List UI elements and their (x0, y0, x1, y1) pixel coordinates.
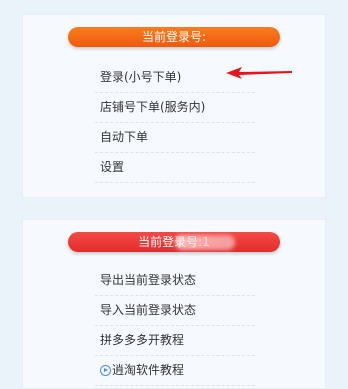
shop-account-order-item[interactable]: 店铺号下单(服务内) (95, 93, 255, 123)
menu-item-label: 导入当前登录状态 (100, 303, 197, 317)
auto-order-item[interactable]: 自动下单 (95, 123, 255, 153)
menu-item-label: 自动下单 (100, 130, 149, 144)
settings-item[interactable]: 设置 (95, 153, 255, 183)
current-login-panel: 当前登录号: 登录(小号下单) 店铺号下单(服务内) 自动下单 设置 (22, 14, 326, 198)
menu-item-label: 登录(小号下单) (100, 70, 182, 84)
current-login-header: 当前登录号:1 (68, 232, 280, 252)
menu-item-label: 店铺号下单(服务内) (100, 100, 206, 114)
play-circle-icon (100, 365, 111, 376)
redacted-account-blur (175, 235, 235, 250)
export-login-state-item[interactable]: 导出当前登录状态 (95, 266, 255, 296)
menu-item-label: 导出当前登录状态 (100, 273, 197, 287)
menu-item-label: 拼多多多开教程 (100, 333, 185, 347)
login-state-panel: 当前登录号:1 导出当前登录状态 导入当前登录状态 拼多多多开教程 逍淘软件教程 (22, 219, 326, 389)
menu-item-label: 设置 (100, 160, 125, 174)
login-menu: 登录(小号下单) 店铺号下单(服务内) 自动下单 设置 (95, 63, 255, 183)
software-tutorial-item[interactable]: 逍淘软件教程 (95, 356, 255, 386)
red-arrow-icon (226, 67, 292, 79)
login-state-menu: 导出当前登录状态 导入当前登录状态 拼多多多开教程 逍淘软件教程 (95, 266, 255, 386)
current-login-header: 当前登录号: (68, 27, 280, 47)
import-login-state-item[interactable]: 导入当前登录状态 (95, 296, 255, 326)
current-login-header-label: 当前登录号: (141, 30, 207, 44)
pdd-multi-open-tutorial-item[interactable]: 拼多多多开教程 (95, 326, 255, 356)
menu-item-label: 逍淘软件教程 (112, 363, 185, 377)
